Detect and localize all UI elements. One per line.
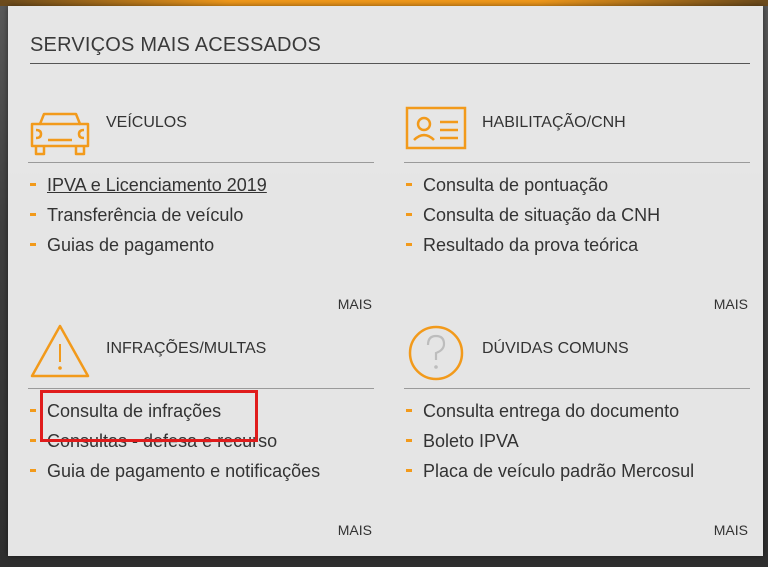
section-divider (404, 388, 750, 389)
bullet-icon (406, 213, 412, 216)
panel-divider (30, 63, 750, 64)
list-item: IPVA e Licenciamento 2019 (28, 170, 267, 200)
highlight-box (40, 390, 258, 442)
bullet-icon (406, 409, 412, 412)
panel-title: SERVIÇOS MAIS ACESSADOS (30, 34, 321, 56)
link-ipva-licenciamento[interactable]: IPVA e Licenciamento 2019 (47, 175, 267, 195)
bullet-icon (30, 409, 36, 412)
section-header[interactable]: VEÍCULOS (28, 96, 378, 156)
section-title: INFRAÇÕES/MULTAS (106, 340, 267, 357)
link-situacao-cnh[interactable]: Consulta de situação da CNH (423, 205, 660, 225)
list-item: Placa de veículo padrão Mercosul (404, 456, 694, 486)
list-item: Resultado da prova teórica (404, 230, 660, 260)
link-list: Consulta de pontuação Consulta de situaç… (404, 170, 660, 260)
section-veiculos: VEÍCULOS IPVA e Licenciamento 2019 Trans… (28, 96, 378, 326)
section-divider (404, 162, 750, 163)
more-link[interactable]: MAIS (714, 522, 748, 538)
link-transferencia-veiculo[interactable]: Transferência de veículo (47, 205, 243, 225)
link-guias-pagamento[interactable]: Guias de pagamento (47, 235, 214, 255)
list-item: Guia de pagamento e notificações (28, 456, 320, 486)
services-panel: SERVIÇOS MAIS ACESSADOS VEÍCULOS IPVA e … (8, 6, 763, 556)
more-link[interactable]: MAIS (338, 296, 372, 312)
bullet-icon (406, 243, 412, 246)
list-item: Boleto IPVA (404, 426, 694, 456)
link-entrega-documento[interactable]: Consulta entrega do documento (423, 401, 679, 421)
link-list: IPVA e Licenciamento 2019 Transferência … (28, 170, 267, 260)
car-icon (28, 96, 92, 156)
section-header[interactable]: HABILITAÇÃO/CNH (404, 96, 754, 156)
list-item: Consulta de pontuação (404, 170, 660, 200)
question-icon (404, 322, 468, 382)
link-boleto-ipva[interactable]: Boleto IPVA (423, 431, 519, 451)
bullet-icon (406, 183, 412, 186)
bullet-icon (30, 183, 36, 186)
license-card-icon (404, 96, 468, 156)
section-divider (28, 162, 374, 163)
warning-icon (28, 322, 92, 382)
bullet-icon (30, 213, 36, 216)
more-link[interactable]: MAIS (338, 522, 372, 538)
more-link[interactable]: MAIS (714, 296, 748, 312)
list-item: Guias de pagamento (28, 230, 267, 260)
link-guia-notificacoes[interactable]: Guia de pagamento e notificações (47, 461, 320, 481)
link-consulta-pontuacao[interactable]: Consulta de pontuação (423, 175, 608, 195)
list-item: Consulta entrega do documento (404, 396, 694, 426)
bullet-icon (30, 243, 36, 246)
section-duvidas: DÚVIDAS COMUNS Consulta entrega do docum… (404, 322, 754, 552)
bullet-icon (406, 439, 412, 442)
bullet-icon (30, 469, 36, 472)
bullet-icon (406, 469, 412, 472)
section-title: DÚVIDAS COMUNS (482, 340, 629, 357)
list-item: Consulta de situação da CNH (404, 200, 660, 230)
link-list: Consulta entrega do documento Boleto IPV… (404, 396, 694, 486)
link-prova-teorica[interactable]: Resultado da prova teórica (423, 235, 638, 255)
section-habilitacao: HABILITAÇÃO/CNH Consulta de pontuação Co… (404, 96, 754, 326)
section-header[interactable]: DÚVIDAS COMUNS (404, 322, 754, 382)
bullet-icon (30, 439, 36, 442)
section-title: HABILITAÇÃO/CNH (482, 114, 626, 131)
section-divider (28, 388, 374, 389)
section-title: VEÍCULOS (106, 114, 187, 131)
section-header[interactable]: INFRAÇÕES/MULTAS (28, 322, 378, 382)
link-placa-mercosul[interactable]: Placa de veículo padrão Mercosul (423, 461, 694, 481)
list-item: Transferência de veículo (28, 200, 267, 230)
